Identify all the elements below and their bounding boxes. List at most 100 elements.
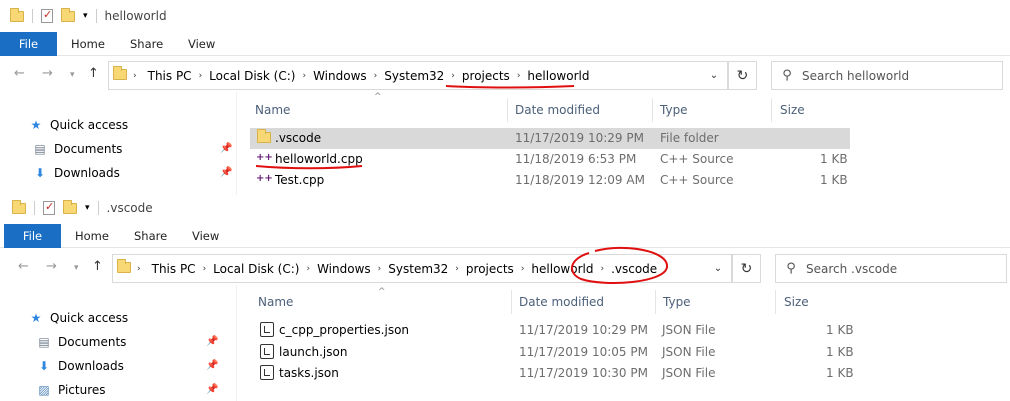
new-folder-icon[interactable]: [63, 199, 77, 214]
back-arrow-icon[interactable]: ←: [14, 66, 25, 81]
column-divider[interactable]: [507, 98, 508, 122]
column-header-date[interactable]: Date modified: [519, 290, 604, 314]
breadcrumb-chevron-icon[interactable]: ›: [302, 71, 306, 81]
column-divider[interactable]: [511, 290, 512, 314]
explorer-window-vscode: ▾ .vscode File Home Share View ← → ▾ ↑ ›…: [0, 195, 1010, 401]
pin-icon[interactable]: 📌: [206, 360, 218, 371]
breadcrumb-chevron-icon[interactable]: ›: [199, 71, 203, 81]
column-header-name[interactable]: Name: [255, 98, 290, 122]
breadcrumb-chevron-icon[interactable]: ›: [455, 264, 459, 274]
customize-toolbar-chevron-icon[interactable]: ▾: [83, 11, 88, 21]
column-header-type[interactable]: Type: [663, 290, 691, 314]
breadcrumb-projects[interactable]: projects: [462, 69, 510, 83]
up-arrow-icon[interactable]: ↑: [88, 66, 99, 81]
breadcrumb-chevron-icon[interactable]: ›: [306, 264, 310, 274]
breadcrumb-windows[interactable]: Windows: [313, 69, 367, 83]
new-folder-icon[interactable]: [61, 7, 75, 22]
tab-file[interactable]: File: [4, 224, 61, 248]
quick-access-toolbar: ▾ helloworld: [10, 0, 167, 32]
nav-downloads[interactable]: ⬇ Downloads: [36, 356, 124, 376]
breadcrumb-chevron-icon[interactable]: ›: [133, 71, 137, 81]
breadcrumb-system32[interactable]: System32: [388, 262, 448, 276]
recent-locations-chevron-icon[interactable]: ▾: [70, 70, 75, 80]
column-divider[interactable]: [775, 290, 776, 314]
file-date: 11/18/2019 6:53 PM: [515, 152, 637, 166]
search-input[interactable]: Search .vscode: [806, 262, 897, 276]
breadcrumb-local-disk[interactable]: Local Disk (C:): [213, 262, 299, 276]
nav-documents[interactable]: ▤ Documents: [32, 139, 122, 159]
nav-quick-access[interactable]: ★ Quick access: [28, 308, 129, 328]
tab-share[interactable]: Share: [130, 32, 163, 56]
breadcrumb-chevron-icon[interactable]: ›: [521, 264, 525, 274]
back-arrow-icon[interactable]: ←: [18, 259, 29, 274]
up-arrow-icon[interactable]: ↑: [92, 259, 103, 274]
refresh-icon[interactable]: ↻: [732, 254, 761, 283]
breadcrumb-this-pc[interactable]: This PC: [148, 69, 192, 83]
column-header-size[interactable]: Size: [780, 98, 805, 122]
column-divider[interactable]: [771, 98, 772, 122]
tab-home[interactable]: Home: [71, 32, 105, 56]
file-type: JSON File: [662, 323, 716, 337]
file-row[interactable]: .vscode 11/17/2019 10:29 PM File folder: [250, 128, 850, 149]
breadcrumb-chevron-icon[interactable]: ›: [378, 264, 382, 274]
properties-icon[interactable]: [41, 8, 53, 23]
forward-arrow-icon[interactable]: →: [46, 259, 57, 274]
address-dropdown-chevron-icon[interactable]: ⌄: [701, 70, 727, 81]
nav-quick-access[interactable]: ★ Quick access: [28, 115, 129, 135]
pin-icon[interactable]: 📌: [206, 336, 218, 347]
pin-icon[interactable]: 📌: [220, 143, 232, 154]
breadcrumb-chevron-icon[interactable]: ›: [203, 264, 207, 274]
pin-icon[interactable]: 📌: [206, 384, 218, 395]
address-bar[interactable]: › This PC › Local Disk (C:) › Windows › …: [112, 254, 732, 283]
breadcrumb-windows[interactable]: Windows: [317, 262, 371, 276]
tab-view[interactable]: View: [192, 224, 219, 248]
breadcrumb-local-disk[interactable]: Local Disk (C:): [209, 69, 295, 83]
breadcrumb-chevron-icon[interactable]: ›: [517, 71, 521, 81]
recent-locations-chevron-icon[interactable]: ▾: [74, 263, 79, 273]
breadcrumb-helloworld[interactable]: helloworld: [527, 69, 589, 83]
breadcrumb-vscode[interactable]: .vscode: [611, 262, 657, 276]
address-bar[interactable]: › This PC › Local Disk (C:) › Windows › …: [108, 61, 728, 90]
column-divider[interactable]: [652, 98, 653, 122]
file-row[interactable]: ++ Test.cpp 11/18/2019 12:09 AM C++ Sour…: [250, 170, 850, 191]
breadcrumb-chevron-icon[interactable]: ›: [374, 71, 378, 81]
properties-icon[interactable]: [43, 200, 55, 215]
column-header-type[interactable]: Type: [660, 98, 688, 122]
folder-icon: [257, 129, 271, 146]
nav-documents[interactable]: ▤ Documents: [36, 332, 126, 352]
address-dropdown-chevron-icon[interactable]: ⌄: [705, 263, 731, 274]
breadcrumb-helloworld[interactable]: helloworld: [531, 262, 593, 276]
search-box[interactable]: ⚲ Search .vscode: [775, 254, 1007, 283]
column-header-size[interactable]: Size: [784, 290, 809, 314]
column-header-date[interactable]: Date modified: [515, 98, 600, 122]
search-input[interactable]: Search helloworld: [802, 69, 909, 83]
breadcrumb-chevron-icon[interactable]: ›: [451, 71, 455, 81]
navigation-pane: ★ Quick access ▤ Documents 📌 ⬇ Downloads…: [0, 285, 236, 401]
tab-view[interactable]: View: [188, 32, 215, 56]
tab-file[interactable]: File: [0, 32, 57, 56]
json-file-icon: [260, 365, 274, 383]
file-type: File folder: [660, 131, 719, 145]
customize-toolbar-chevron-icon[interactable]: ▾: [85, 203, 90, 213]
forward-arrow-icon[interactable]: →: [42, 66, 53, 81]
file-row[interactable]: c_cpp_properties.json 11/17/2019 10:29 P…: [254, 320, 854, 341]
pin-icon[interactable]: 📌: [220, 167, 232, 178]
nav-pictures[interactable]: ▨ Pictures: [36, 380, 105, 400]
breadcrumb-chevron-icon[interactable]: ›: [600, 264, 604, 274]
breadcrumb-projects[interactable]: projects: [466, 262, 514, 276]
refresh-icon[interactable]: ↻: [728, 61, 757, 90]
file-row[interactable]: ++ helloworld.cpp 11/18/2019 6:53 PM C++…: [250, 149, 850, 170]
search-box[interactable]: ⚲ Search helloworld: [771, 61, 1003, 90]
tab-home[interactable]: Home: [75, 224, 109, 248]
file-row[interactable]: tasks.json 11/17/2019 10:30 PM JSON File…: [254, 363, 854, 384]
file-date: 11/17/2019 10:29 PM: [515, 131, 644, 145]
nav-downloads[interactable]: ⬇ Downloads: [32, 163, 120, 183]
star-icon: ★: [30, 311, 42, 325]
column-header-name[interactable]: Name: [258, 290, 293, 314]
breadcrumb-this-pc[interactable]: This PC: [152, 262, 196, 276]
breadcrumb-system32[interactable]: System32: [384, 69, 444, 83]
breadcrumb-chevron-icon[interactable]: ›: [137, 264, 141, 274]
file-row[interactable]: launch.json 11/17/2019 10:05 PM JSON Fil…: [254, 342, 854, 363]
column-divider[interactable]: [655, 290, 656, 314]
tab-share[interactable]: Share: [134, 224, 167, 248]
